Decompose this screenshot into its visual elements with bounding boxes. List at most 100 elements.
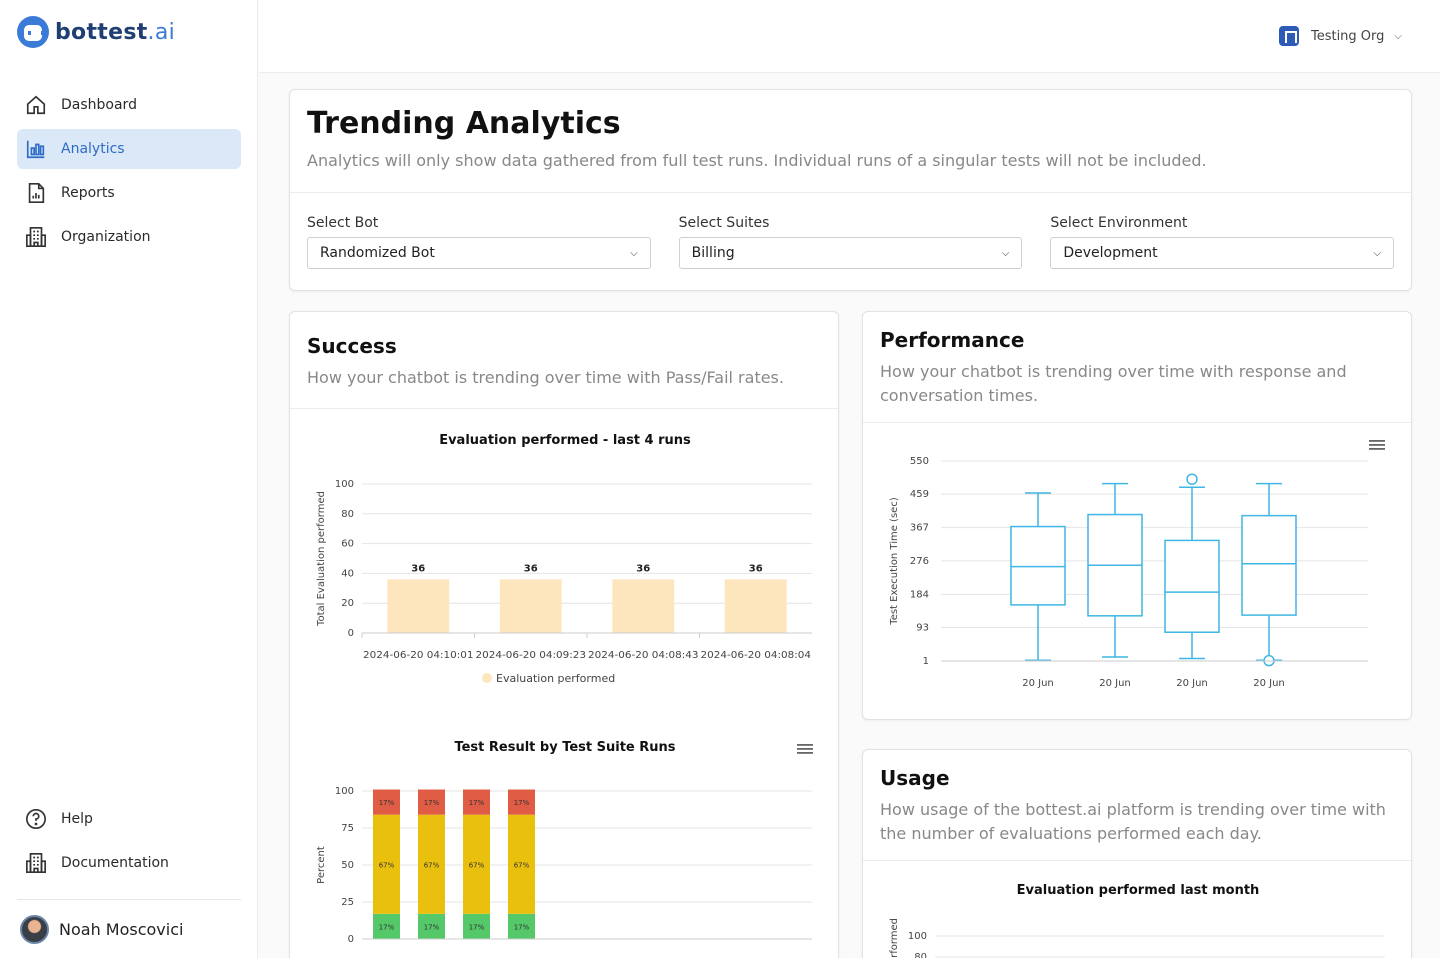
usage-subtitle: How usage of the bottest.ai platform is …: [880, 800, 1386, 843]
suites-filter: Select Suites Billing ⌵: [678, 215, 1023, 269]
segment-label: 17%: [514, 799, 530, 807]
org-switcher[interactable]: Testing Org ⌵: [1278, 26, 1402, 46]
user-profile[interactable]: Noah Moscovici: [20, 915, 183, 944]
y-axis-label: Test Execution Time (sec): [889, 497, 900, 626]
success-charts: Evaluation performed - last 4 runs 0 20 40 6…: [316, 433, 813, 945]
y-axis-label: Percent: [316, 846, 327, 884]
data-label: 36: [749, 563, 763, 574]
help-icon: [26, 809, 46, 829]
legend-marker: [482, 673, 492, 683]
y-axis-label: Total Evaluation performed: [316, 491, 327, 627]
hamburger-menu-icon-line: [1369, 448, 1385, 450]
select-value: Billing: [691, 245, 735, 261]
y-tick-label: 50: [341, 860, 354, 871]
segment-label: 67%: [514, 861, 530, 869]
topbar: Testing Org ⌵: [259, 0, 1440, 73]
segment-label: 17%: [424, 923, 440, 931]
suites-select[interactable]: Billing ⌵: [678, 237, 1023, 269]
select-value: Development: [1063, 245, 1158, 261]
success-title: Success: [307, 334, 397, 358]
x-tick-label: 2024-06-20 04:08:43: [588, 650, 699, 661]
performance-subtitle: How your chatbot is trending over time w…: [880, 362, 1347, 405]
sidebar: bottest.ai Dashboard Analytics Reports O…: [0, 0, 258, 958]
segment-label: 17%: [379, 923, 395, 931]
segment-label: 17%: [469, 799, 485, 807]
y-tick-label: 100: [908, 931, 927, 942]
y-tick-label: 20: [341, 598, 354, 609]
card-header: Success How your chatbot is trending ove…: [290, 312, 838, 409]
x-tick-label: 2024-06-20 04:08:04: [701, 650, 812, 661]
sidebar-item-help[interactable]: Help: [17, 799, 241, 839]
y-tick-label: 40: [341, 568, 354, 579]
y-tick-label: 100: [335, 479, 354, 490]
x-tick-label: 20 Jun: [1176, 678, 1208, 689]
y-tick-label: 276: [910, 556, 929, 567]
chart-title: Evaluation performed - last 4 runs: [439, 433, 691, 448]
success-card: Success How your chatbot is trending ove…: [289, 311, 839, 958]
success-subtitle: How your chatbot is trending over time w…: [307, 368, 784, 387]
outlier-point: [1186, 473, 1198, 485]
hamburger-menu-icon-line: [1369, 444, 1385, 446]
y-tick-label: 0: [348, 934, 354, 945]
box: [1164, 539, 1220, 633]
segment-label: 67%: [424, 861, 440, 869]
building-icon: [26, 227, 46, 247]
sidebar-item-documentation[interactable]: Documentation: [17, 843, 241, 883]
documentation-icon: [26, 853, 46, 873]
data-label: 36: [411, 563, 425, 574]
card-header: Usage How usage of the bottest.ai platfo…: [863, 750, 1411, 861]
usage-card: Usage How usage of the bottest.ai platfo…: [862, 749, 1412, 958]
hamburger-menu-icon-line: [797, 748, 813, 750]
data-label: 36: [636, 563, 650, 574]
y-tick-label: 184: [910, 589, 929, 600]
segment-label: 17%: [424, 799, 440, 807]
trending-analytics-card: Trending Analytics Analytics will only s…: [289, 89, 1412, 291]
segment-label: 17%: [379, 799, 395, 807]
x-tick-label: 2024-06-20 04:09:23: [476, 650, 587, 661]
y-tick-label: 80: [914, 952, 927, 958]
user-name: Noah Moscovici: [59, 920, 184, 939]
box: [1241, 514, 1297, 616]
sidebar-item-dashboard[interactable]: Dashboard: [17, 85, 241, 125]
x-tick-label: 2024-06-20 04:10:01: [363, 650, 474, 661]
chevron-down-icon: ⌵: [1373, 247, 1382, 259]
sidebar-item-analytics[interactable]: Analytics: [17, 129, 241, 169]
environment-filter: Select Environment Development ⌵: [1050, 215, 1395, 269]
logo[interactable]: bottest.ai: [17, 16, 175, 48]
segment-label: 17%: [469, 923, 485, 931]
logo-text: bottest.ai: [55, 19, 176, 45]
hamburger-menu-icon-line: [797, 744, 813, 746]
sidebar-item-organization[interactable]: Organization: [17, 217, 241, 257]
chevron-down-icon: ⌵: [630, 247, 638, 259]
x-tick-label: 20 Jun: [1253, 678, 1285, 689]
environment-select[interactable]: Development ⌵: [1050, 237, 1395, 269]
card-header: Trending Analytics Analytics will only s…: [290, 90, 1411, 193]
hamburger-menu-icon-line: [1369, 440, 1385, 442]
chevron-down-icon: ⌵: [1001, 247, 1010, 259]
organization-icon: [1278, 26, 1299, 46]
sidebar-nav: Dashboard Analytics Reports Organization: [17, 85, 241, 261]
bar-chart-icon: [26, 140, 45, 159]
y-tick-label: 0: [348, 628, 354, 639]
usage-chart: Evaluation performed last month 80 100 erfo…: [889, 883, 1385, 958]
bar: [387, 579, 450, 633]
chart-title: Test Result by Test Suite Runs: [454, 740, 675, 755]
x-tick-label: 20 Jun: [1022, 678, 1054, 689]
chart-title: Evaluation performed last month: [1017, 883, 1260, 898]
filter-label: Select Environment: [1050, 215, 1188, 231]
y-tick-label: 75: [341, 823, 354, 834]
data-label: 36: [524, 563, 538, 574]
y-tick-label: 60: [341, 539, 354, 550]
performance-card: Performance How your chatbot is trending…: [862, 311, 1412, 720]
hamburger-menu-icon-line: [797, 752, 813, 754]
y-tick-label: 25: [341, 897, 354, 908]
sidebar-item-reports[interactable]: Reports: [17, 173, 241, 213]
card-header: Performance How your chatbot is trending…: [863, 312, 1411, 423]
y-tick-label: 1: [923, 656, 929, 667]
sidebar-divider: [17, 899, 241, 900]
x-tick-label: 20 Jun: [1099, 678, 1131, 689]
robot-logo-icon: [17, 16, 49, 48]
home-icon: [26, 95, 46, 115]
usage-title: Usage: [880, 766, 950, 790]
bot-select[interactable]: Randomized Bot ⌵: [307, 237, 651, 269]
